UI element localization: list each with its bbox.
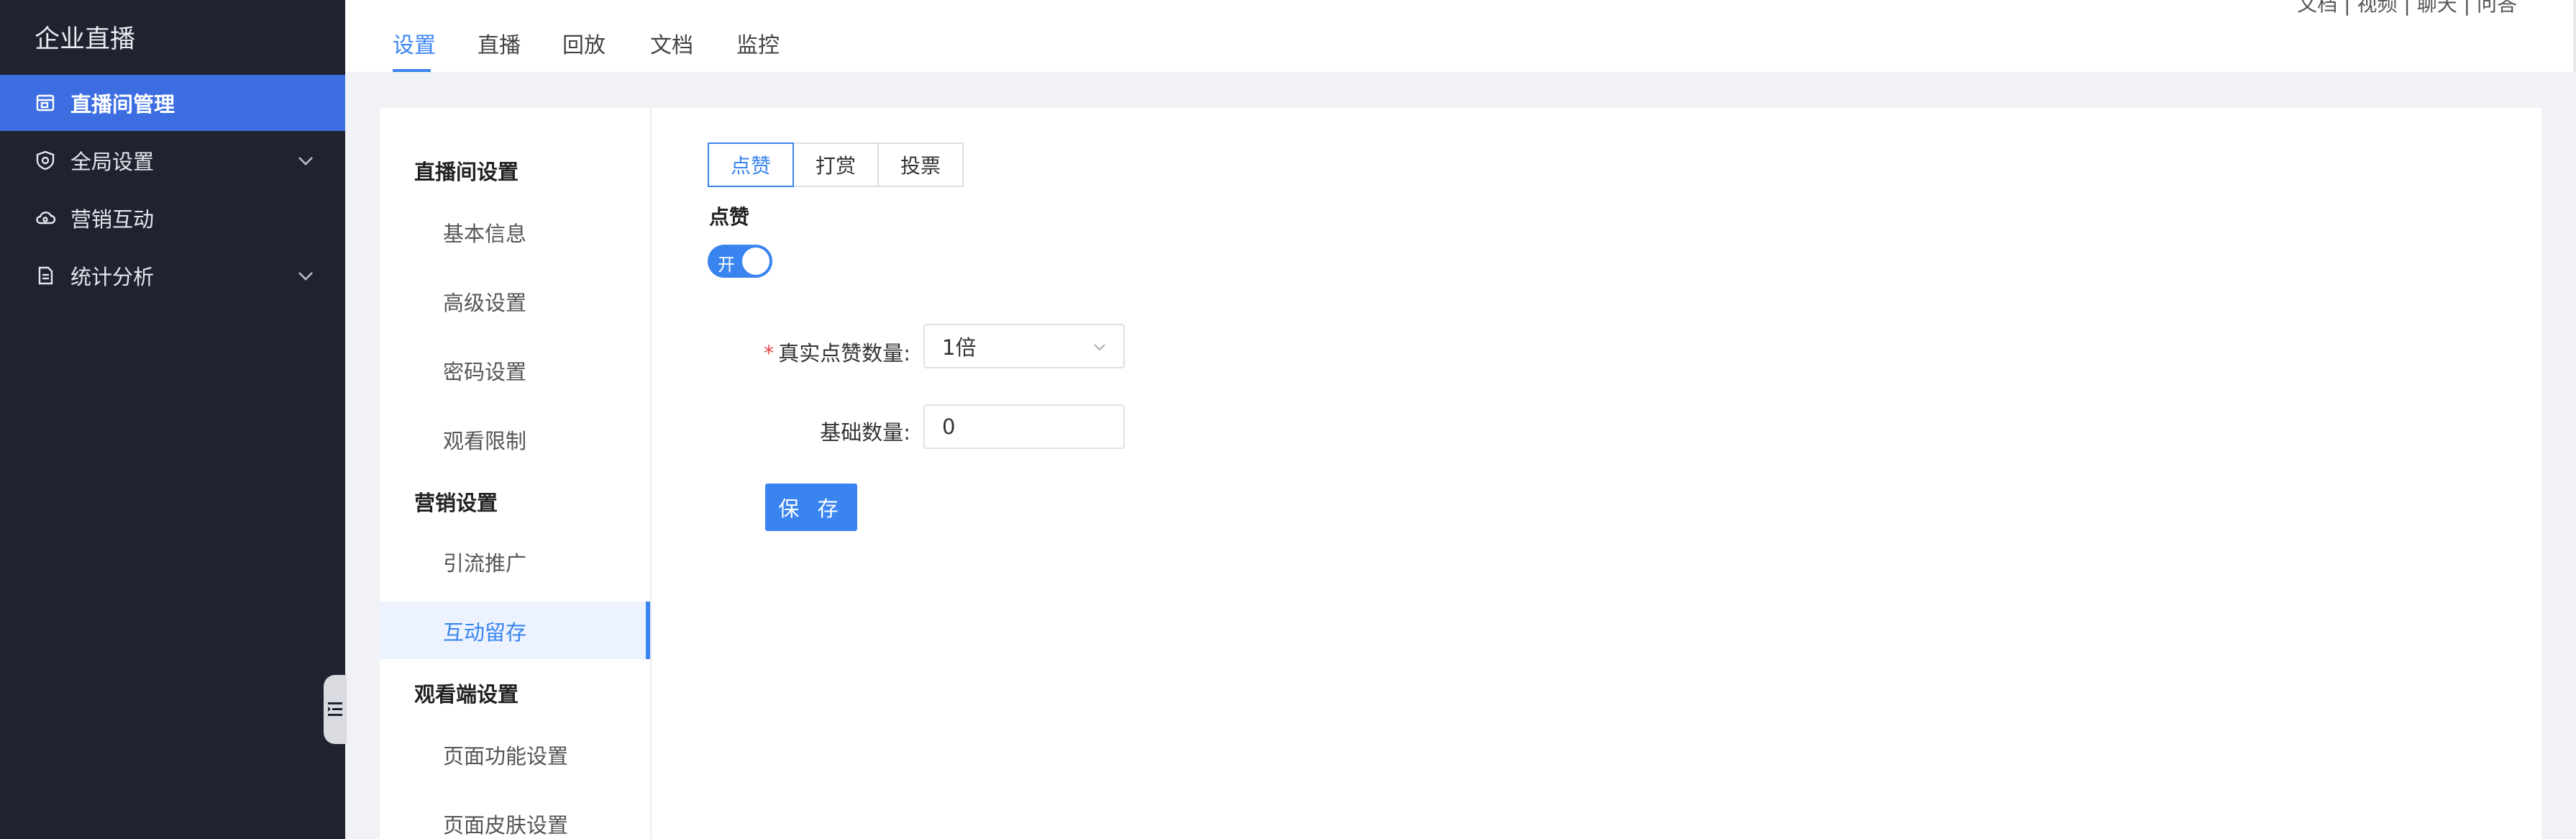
base-count-value: 0	[942, 414, 956, 439]
tab-replay[interactable]: 回放	[562, 27, 606, 59]
subnav-item-page-skin[interactable]: 页面皮肤设置	[443, 809, 568, 839]
brand-title: 企业直播	[35, 25, 136, 54]
tab-documents[interactable]: 文档	[650, 27, 693, 59]
base-count-label-wrap: 基础数量:	[708, 406, 910, 450]
menu-collapse-icon	[328, 702, 342, 716]
real-likes-label-wrap: * 真实点赞数量:	[708, 327, 910, 371]
chevron-down-icon	[298, 272, 313, 281]
shield-icon	[35, 150, 56, 171]
subnav-item-traffic-promotion[interactable]: 引流推广	[443, 547, 526, 577]
active-tab-underline	[393, 69, 431, 72]
subnav-active-indicator	[646, 602, 650, 659]
header-top-right-links[interactable]: 文档 | 视频 | 聊天 | 问答	[2297, 0, 2517, 17]
real-likes-select[interactable]: 1倍	[923, 324, 1125, 368]
likes-toggle[interactable]: 开	[708, 245, 772, 278]
subnav-group-marketing-settings: 营销设置	[414, 491, 498, 515]
top-header: 设置 直播 回放 文档 监控 文档 | 视频 | 聊天 | 问答	[345, 0, 2576, 72]
settings-card: 直播间设置 基本信息 高级设置 密码设置 观看限制 营销设置 引流推广 互动留存…	[380, 108, 2541, 839]
subnav-group-viewer-settings: 观看端设置	[414, 682, 519, 707]
sidebar-item-label: 统计分析	[70, 265, 155, 289]
real-likes-label: * 真实点赞数量:	[763, 341, 910, 366]
report-icon	[35, 265, 56, 286]
base-count-label: 基础数量:	[820, 420, 910, 445]
live-room-icon	[35, 92, 56, 114]
sidebar-item-label: 营销互动	[70, 207, 155, 232]
sidebar-item-statistics[interactable]: 统计分析	[0, 248, 345, 304]
subnav-item-interaction-retention[interactable]: 互动留存	[443, 616, 526, 646]
sidebar-item-live-room-management[interactable]: 直播间管理	[0, 75, 345, 131]
tab-settings[interactable]: 设置	[393, 27, 436, 59]
sidebar-collapse-handle[interactable]	[324, 675, 347, 744]
chevron-down-icon	[1094, 344, 1105, 351]
toggle-label: 开	[718, 255, 735, 275]
chevron-down-icon	[298, 157, 313, 165]
segment-rewards[interactable]: 打赏	[793, 142, 879, 187]
subnav-item-viewing-restrictions[interactable]: 观看限制	[443, 425, 526, 455]
segment-voting[interactable]: 投票	[877, 142, 964, 187]
subnav-item-password-settings[interactable]: 密码设置	[443, 355, 526, 386]
save-button[interactable]: 保 存	[765, 484, 857, 531]
sidebar-item-label: 全局设置	[70, 150, 155, 174]
tab-live[interactable]: 直播	[478, 27, 521, 59]
required-mark: *	[763, 341, 775, 366]
subnav-group-live-room-settings: 直播间设置	[414, 160, 519, 184]
sidebar-item-marketing-interaction[interactable]: 营销互动	[0, 190, 345, 246]
sidebar-item-global-settings[interactable]: 全局设置	[0, 132, 345, 189]
segment-likes[interactable]: 点赞	[708, 142, 794, 187]
cloud-icon	[35, 207, 56, 229]
subnav-item-page-features[interactable]: 页面功能设置	[443, 740, 568, 770]
toggle-knob	[742, 248, 769, 275]
real-likes-value: 1倍	[942, 335, 977, 360]
settings-subnav: 直播间设置 基本信息 高级设置 密码设置 观看限制 营销设置 引流推广 互动留存…	[380, 108, 652, 839]
tab-monitor[interactable]: 监控	[736, 27, 780, 59]
sidebar-item-label: 直播间管理	[70, 92, 175, 117]
base-count-input[interactable]: 0	[923, 404, 1125, 449]
subnav-item-basic-info[interactable]: 基本信息	[443, 217, 526, 248]
subnav-item-advanced-settings[interactable]: 高级设置	[443, 286, 526, 317]
scroll-shade	[2573, 0, 2576, 72]
section-title: 点赞	[709, 205, 750, 229]
sidebar: 企业直播 直播间管理 全局设置 营销互动 统计分析	[0, 0, 347, 839]
